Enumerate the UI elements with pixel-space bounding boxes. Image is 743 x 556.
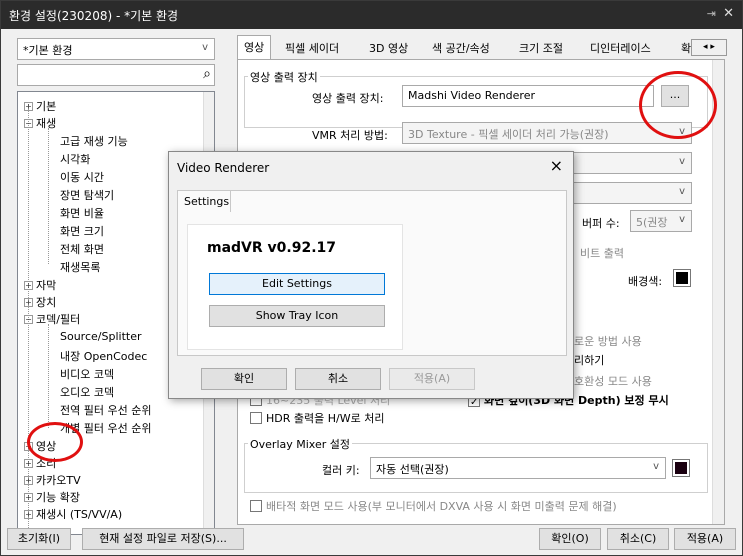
tree-item[interactable]: 비디오 코덱	[60, 366, 114, 382]
dialog-ok-button[interactable]: 확인	[201, 368, 287, 390]
annotation-circle-device-button	[639, 71, 717, 139]
expand-icon[interactable]: +	[24, 459, 33, 468]
tree-item-kakaotv[interactable]: + 카카오TV	[24, 472, 81, 488]
video-renderer-dialog: Video Renderer × Settings madVR v0.92.17…	[168, 151, 574, 399]
tree-item-cut[interactable]: + 재생시 (TS/VV/A)	[24, 506, 122, 522]
chevron-down-icon: v	[679, 214, 685, 225]
tree-item[interactable]: 화면 비율	[60, 205, 104, 221]
profile-value: *기본 환경	[23, 44, 73, 57]
color-key-label: 컬러 키:	[322, 464, 360, 477]
chevron-down-icon: v	[679, 156, 685, 167]
tree-item[interactable]: 전역 필터 우선 순위	[60, 402, 151, 418]
madvr-version: madVR v0.92.17	[207, 240, 337, 256]
buffer-label: 버퍼 수:	[582, 217, 620, 230]
tab-3d[interactable]: 3D 영상	[363, 37, 414, 59]
reset-button[interactable]: 초기화(I)	[7, 528, 71, 550]
renderer-option-select-2[interactable]: v	[572, 182, 692, 204]
collapse-icon[interactable]: −	[24, 119, 33, 128]
chevron-down-icon: v	[679, 186, 685, 197]
profile-select[interactable]: *기본 환경 v	[17, 38, 215, 60]
tab-scroll-arrows[interactable]: ◂ ▸	[691, 39, 727, 56]
expand-icon[interactable]: +	[24, 476, 33, 485]
expand-icon[interactable]: +	[24, 510, 33, 519]
annotation-circle-video-tree	[27, 422, 83, 462]
tree-item[interactable]: 장면 탐색기	[60, 187, 114, 203]
tab-resize[interactable]: 크기 조절	[513, 37, 569, 59]
tree-item[interactable]: 고급 재생 기능	[60, 133, 128, 149]
search-icon[interactable]: ⌕	[203, 66, 211, 82]
dialog-title: Video Renderer	[177, 161, 270, 175]
bgcolor-swatch[interactable]	[673, 269, 691, 287]
tab-color-space[interactable]: 색 공간/속성	[426, 37, 496, 59]
pin-icon[interactable]: ⇥	[707, 7, 716, 20]
new-method-label: 로운 방법 사용	[574, 335, 642, 348]
dialog-apply-button[interactable]: 적용(A)	[389, 368, 475, 390]
group-title: 영상 출력 장치	[248, 69, 320, 85]
color-key-swatch[interactable]	[672, 459, 690, 477]
chevron-down-icon: v	[653, 461, 659, 472]
collapse-icon[interactable]: −	[24, 315, 33, 324]
save-settings-button[interactable]: 현재 설정 파일로 저장(S)...	[82, 528, 244, 550]
buffer-select[interactable]: 5(권장 v	[630, 210, 692, 232]
expand-icon[interactable]: +	[24, 298, 33, 307]
close-window-button[interactable]: ✕	[723, 6, 734, 21]
exclusive-mode-option[interactable]: 배타적 화면 모드 사용(부 모니터에서 DXVA 사용 시 화면 미출력 문제…	[250, 498, 617, 514]
checkbox[interactable]	[250, 500, 262, 512]
edit-settings-button[interactable]: Edit Settings	[209, 273, 385, 295]
tab-settings[interactable]: Settings	[177, 190, 231, 212]
ok-button[interactable]: 확인(O)	[539, 528, 601, 550]
tree-item[interactable]: 재생목록	[60, 259, 100, 275]
tab-pixel-shader[interactable]: 픽셀 세이더	[279, 37, 345, 59]
preferences-window: 환경 설정(230208) - *기본 환경 ⇥ ✕ *기본 환경 v ⌕ + 기…	[0, 0, 743, 556]
group-title: Overlay Mixer 설정	[248, 436, 353, 452]
process-label: 리하기	[574, 354, 605, 367]
chevron-down-icon: v	[202, 42, 208, 53]
hdr-option[interactable]: HDR 출력을 H/W로 처리	[250, 410, 384, 426]
renderer-option-select[interactable]: v	[572, 152, 692, 174]
tree-item-feature[interactable]: + 기능 확장	[24, 489, 80, 505]
tree-item[interactable]: Source/Splitter	[60, 330, 141, 343]
tree-item-codec[interactable]: − 코덱/필터	[24, 311, 80, 327]
tree-item[interactable]: 오디오 코덱	[60, 384, 114, 400]
title-bar: 환경 설정(230208) - *기본 환경 ⇥ ✕	[1, 1, 742, 29]
bit-output-label: 비트 출력	[580, 247, 624, 260]
tree-item[interactable]: 시각화	[60, 151, 90, 167]
video-device-select[interactable]: Madshi Video Renderer	[402, 85, 654, 107]
color-key-select[interactable]: 자동 선택(권장) v	[370, 457, 666, 479]
checkbox[interactable]	[250, 412, 262, 424]
cancel-button[interactable]: 취소(C)	[607, 528, 669, 550]
expand-icon[interactable]: +	[24, 281, 33, 290]
dialog-cancel-button[interactable]: 취소	[295, 368, 381, 390]
window-title: 환경 설정(230208) - *기본 환경	[9, 9, 179, 23]
tree-item-basic[interactable]: + 기본	[24, 98, 56, 114]
panel-scrollbar[interactable]	[712, 60, 724, 524]
apply-button[interactable]: 적용(A)	[674, 528, 736, 550]
search-input[interactable]: ⌕	[17, 64, 215, 86]
tab-deinterlace[interactable]: 디인터레이스	[584, 37, 657, 59]
tab-video[interactable]: 영상	[237, 35, 272, 60]
vmr-label: VMR 처리 방법:	[312, 129, 388, 142]
tree-item-playback[interactable]: − 재생	[24, 115, 56, 131]
expand-icon[interactable]: +	[24, 493, 33, 502]
compat-label: 호환성 모드 사용	[574, 375, 652, 388]
tree-item-subtitle[interactable]: + 자막	[24, 277, 56, 293]
device-label: 영상 출력 장치:	[312, 92, 384, 105]
tree-item[interactable]: 내장 OpenCodec	[60, 348, 147, 364]
tree-item[interactable]: 화면 크기	[60, 223, 104, 239]
bgcolor-label: 배경색:	[628, 275, 663, 288]
tree-item[interactable]: 이동 시간	[60, 169, 104, 185]
expand-icon[interactable]: +	[24, 102, 33, 111]
tree-item[interactable]: 전체 화면	[60, 241, 104, 257]
tree-item-device[interactable]: + 장치	[24, 294, 56, 310]
close-icon[interactable]: ×	[550, 156, 563, 175]
show-tray-icon-button[interactable]: Show Tray Icon	[209, 305, 385, 327]
